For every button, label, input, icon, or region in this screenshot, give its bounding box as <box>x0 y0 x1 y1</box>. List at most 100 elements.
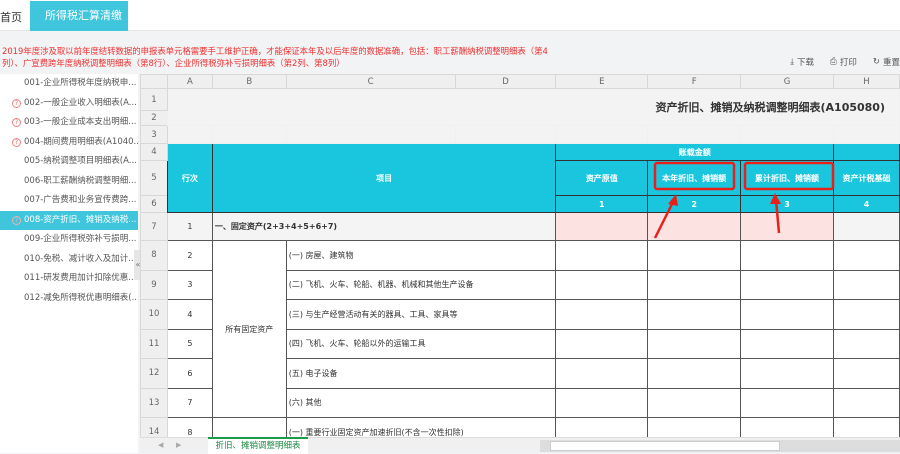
tab-home[interactable]: 首页 <box>0 9 22 25</box>
line-no-cell[interactable]: 3 <box>166 269 213 300</box>
cell[interactable] <box>832 387 900 418</box>
cell[interactable] <box>740 299 834 330</box>
row-number[interactable]: 2 <box>140 110 168 126</box>
column-header[interactable]: G <box>740 74 834 89</box>
column-header[interactable]: H <box>832 74 900 89</box>
tab-income-tax[interactable]: 所得税汇算清缴× <box>30 1 128 52</box>
cell[interactable] <box>832 358 900 389</box>
row-number[interactable]: 1 <box>140 88 168 111</box>
sidebar-item[interactable]: 010-免税、减计收入及加计... <box>0 250 138 270</box>
item-cell[interactable]: (一) 重要行业固定资产加速折旧(不含一次性扣除) <box>285 417 557 437</box>
column-header[interactable]: F <box>647 74 742 89</box>
cell[interactable] <box>555 240 649 271</box>
cell[interactable] <box>832 125 900 144</box>
item-cell[interactable]: (四) 飞机、火车、轮船以外的运输工具 <box>285 328 557 359</box>
cell[interactable] <box>740 240 834 271</box>
horizontal-scrollbar[interactable] <box>540 440 900 452</box>
sidebar-item[interactable]: 009-企业所得税弥补亏损明... <box>0 230 138 250</box>
cell[interactable] <box>647 417 742 437</box>
cell-h7[interactable] <box>832 212 900 241</box>
column-header[interactable]: B <box>211 74 287 89</box>
spreadsheet[interactable]: ABCDEFGH 1 资产折旧、摊销及纳税调整明细表(A105080) 2 3 4… <box>140 74 900 437</box>
column-header[interactable]: D <box>454 74 557 89</box>
line-no-cell[interactable]: 2 <box>166 240 213 271</box>
cell[interactable] <box>555 269 649 300</box>
cell[interactable] <box>211 417 287 437</box>
row-number[interactable]: 6 <box>140 195 168 213</box>
item-cell[interactable]: (一) 房屋、建筑物 <box>285 240 557 271</box>
scrollbar-thumb[interactable] <box>550 441 780 451</box>
cell[interactable] <box>285 125 456 144</box>
item-cell[interactable]: (二) 飞机、火车、轮船、机器、机械和其他生产设备 <box>285 269 557 300</box>
next-sheet-icon[interactable]: ▶ <box>176 441 181 449</box>
cell[interactable] <box>740 387 834 418</box>
row-number[interactable]: 9 <box>140 269 168 300</box>
cell[interactable] <box>647 299 742 330</box>
sidebar-item[interactable]: ? 008-资产折旧、摊销及纳税... <box>0 210 138 230</box>
sidebar-item[interactable]: 007-广告费和业务宣传费跨... <box>0 191 138 211</box>
item-cell[interactable]: 一、固定资产(2+3+4+5+6+7) <box>211 212 557 241</box>
cell-f7[interactable] <box>647 212 742 241</box>
row-number[interactable]: 11 <box>140 328 168 359</box>
line-no-cell[interactable]: 1 <box>166 212 213 241</box>
row-number[interactable]: 10 <box>140 299 168 330</box>
prev-sheet-icon[interactable]: ◀ <box>158 441 163 449</box>
row-number[interactable]: 13 <box>140 387 168 418</box>
download-button[interactable]: ⤓ 下载 <box>790 56 814 68</box>
row-number[interactable]: 3 <box>140 125 168 144</box>
reset-button[interactable]: ↻ 重置 <box>873 56 900 68</box>
cell[interactable] <box>647 358 742 389</box>
cell[interactable] <box>647 125 742 144</box>
cell[interactable] <box>832 240 900 271</box>
cell[interactable] <box>832 328 900 359</box>
cell[interactable] <box>555 328 649 359</box>
line-no-cell[interactable]: 6 <box>166 358 213 389</box>
cell[interactable] <box>740 328 834 359</box>
select-all-corner[interactable] <box>140 74 168 89</box>
cell[interactable] <box>555 125 649 144</box>
sidebar-item[interactable]: 005-纳税调整项目明细表(A... <box>0 152 138 172</box>
column-header[interactable]: E <box>555 74 649 89</box>
cell[interactable] <box>211 125 287 144</box>
cell[interactable] <box>740 358 834 389</box>
row-number[interactable]: 5 <box>140 160 168 196</box>
cell[interactable] <box>454 125 557 144</box>
cell[interactable] <box>555 358 649 389</box>
line-no-cell[interactable]: 8 <box>166 417 213 437</box>
cell[interactable] <box>647 240 742 271</box>
cell[interactable] <box>555 417 649 437</box>
cell[interactable] <box>740 125 834 144</box>
cell-e7[interactable] <box>555 212 649 241</box>
cell[interactable] <box>740 269 834 300</box>
sheet-tab[interactable]: 折旧、摊销调整明细表 <box>208 437 308 454</box>
group-label-cell[interactable]: 所有固定资产 <box>211 240 287 418</box>
row-number[interactable]: 14 <box>140 417 168 437</box>
row-number[interactable]: 4 <box>140 143 168 161</box>
column-header[interactable]: A <box>166 74 213 89</box>
cell[interactable] <box>555 299 649 330</box>
cell[interactable] <box>555 387 649 418</box>
item-cell[interactable]: (三) 与生产经营活动有关的器具、工具、家具等 <box>285 299 557 330</box>
cell[interactable] <box>740 417 834 437</box>
item-cell[interactable]: (六) 其他 <box>285 387 557 418</box>
cell[interactable] <box>832 269 900 300</box>
line-no-cell[interactable]: 7 <box>166 387 213 418</box>
sidebar-item[interactable]: ? 004-期间费用明细表(A1040... <box>0 133 138 153</box>
print-button[interactable]: ⎙ 打印 <box>830 56 857 68</box>
cell-g7[interactable] <box>740 212 834 241</box>
cell[interactable] <box>832 299 900 330</box>
cell[interactable] <box>166 125 213 144</box>
row-number[interactable]: 12 <box>140 358 168 389</box>
cell[interactable] <box>647 269 742 300</box>
sidebar-item[interactable]: 006-职工薪酬纳税调整明细... <box>0 172 138 192</box>
line-no-cell[interactable]: 5 <box>166 328 213 359</box>
item-cell[interactable]: (五) 电子设备 <box>285 358 557 389</box>
column-header[interactable]: C <box>285 74 456 89</box>
cell[interactable] <box>647 328 742 359</box>
sidebar-item[interactable]: 001-企业所得税年度纳税申... <box>0 74 138 94</box>
sidebar-item[interactable]: 011-研发费用加计扣除优惠... <box>0 269 138 289</box>
row-number[interactable]: 7 <box>140 212 168 241</box>
cell[interactable] <box>832 417 900 437</box>
sidebar-item[interactable]: ? 003-一般企业成本支出明细... <box>0 113 138 133</box>
sidebar-item[interactable]: ? 002-一般企业收入明细表(A... <box>0 94 138 114</box>
